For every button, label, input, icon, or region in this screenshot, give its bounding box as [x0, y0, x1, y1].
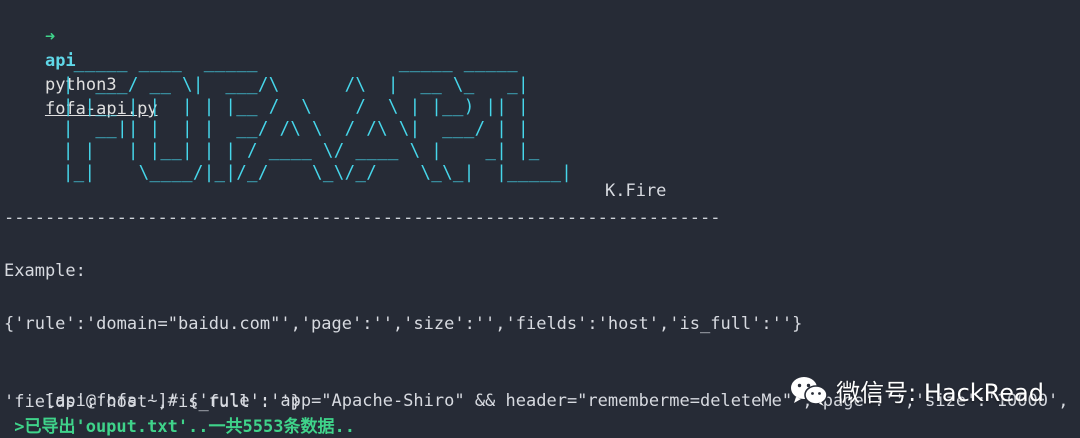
divider-line: ----------------------------------------…	[4, 208, 721, 228]
banner-line: |_| \____/|_|/_/ \_\/_/ \_\_| |_____|	[52, 163, 573, 183]
banner-author: K.Fire	[605, 181, 667, 201]
banner-line: | __|| | | | __/ /\ \ / /\ \| ___/ | |	[52, 119, 529, 139]
banner-line: | ___/ __ \| ___/\ /\ | __ \_ _|	[52, 75, 529, 95]
terminal-window[interactable]: ➜ api python3 fofa-api.py _____ ____ ___…	[0, 0, 1080, 438]
watermark-text: 微信号: HackRead	[836, 379, 1044, 407]
example-query: {'rule':'domain="baidu.com"','page':'','…	[4, 314, 803, 334]
export-status: >已导出'ouput.txt'..一共5553条数据..	[4, 417, 355, 437]
banner-line: | | | |__| | | / ____ \/ ____ \ | _| |_	[52, 141, 540, 161]
banner-line: | |__ | | | | |__ / \ / \ | |__) || |	[52, 97, 529, 117]
prompt-arrow: ➜	[44, 27, 56, 47]
banner-line: _____ ____ _____ _____ _____	[52, 53, 518, 73]
wechat-icon	[791, 376, 828, 406]
input-line-continuation: 'fields':'host','is_full':''}	[4, 392, 301, 412]
ascii-banner: _____ ____ _____ _____ _____ | ___/ __ \…	[52, 52, 572, 184]
watermark: 微信号: HackRead	[790, 373, 1044, 408]
example-label: Example:	[4, 261, 86, 281]
